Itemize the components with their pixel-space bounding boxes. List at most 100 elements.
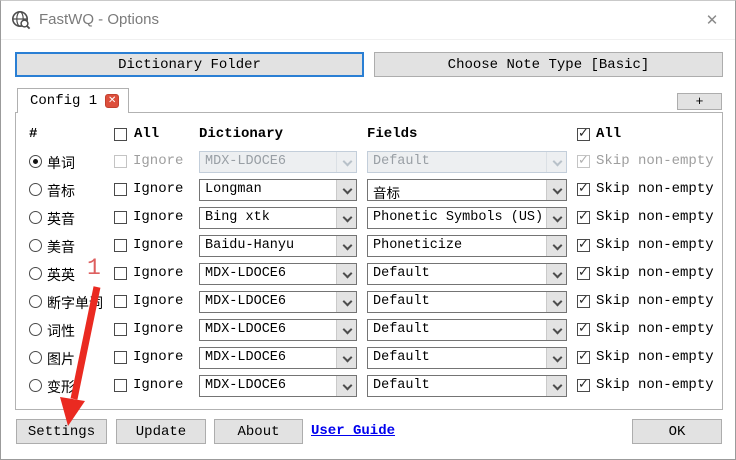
ignore-label: Ignore	[133, 349, 184, 365]
row-label: 图片	[47, 353, 75, 369]
dictionary-value: Bing xtk	[205, 210, 270, 225]
field-value: Default	[373, 294, 430, 309]
ignore-checkbox[interactable]	[114, 379, 127, 392]
chevron-down-icon[interactable]	[336, 180, 356, 200]
chevron-down-icon[interactable]	[336, 348, 356, 368]
chevron-down-icon[interactable]	[336, 208, 356, 228]
ignore-label: Ignore	[133, 153, 184, 169]
chevron-down-icon[interactable]	[546, 180, 566, 200]
about-button[interactable]: About	[214, 419, 303, 444]
dictionary-value: MDX-LDOCE6	[205, 350, 287, 365]
ignore-checkbox[interactable]	[114, 323, 127, 336]
table-row: 断字单词 Ignore MDX-LDOCE6 Default Skip non-…	[1, 288, 735, 316]
skip-checkbox[interactable]	[577, 237, 590, 252]
field-value: Phoneticize	[373, 238, 463, 253]
dictionary-select[interactable]: MDX-LDOCE6	[199, 291, 357, 313]
dictionary-select[interactable]: Bing xtk	[199, 207, 357, 229]
fields-select[interactable]: Default	[367, 263, 567, 285]
chevron-down-icon[interactable]	[546, 348, 566, 368]
skip-checkbox[interactable]	[577, 349, 590, 364]
tab-label: Config 1	[30, 93, 98, 109]
fields-select[interactable]: 音标	[367, 179, 567, 203]
fields-select[interactable]: Phoneticize	[367, 235, 567, 257]
row-radio[interactable]	[29, 323, 42, 336]
skip-checkbox[interactable]	[577, 209, 590, 224]
table-row: 图片 Ignore MDX-LDOCE6 Default Skip non-em…	[1, 344, 735, 372]
row-radio[interactable]	[29, 351, 42, 364]
chevron-down-icon[interactable]	[546, 292, 566, 312]
ignore-label: Ignore	[133, 237, 184, 253]
skip-checkbox[interactable]	[577, 377, 590, 392]
fields-select[interactable]: Default	[367, 319, 567, 341]
dictionary-value: MDX-LDOCE6	[205, 378, 287, 393]
dictionary-select[interactable]: Baidu-Hanyu	[199, 235, 357, 257]
chevron-down-icon[interactable]	[336, 264, 356, 284]
fields-select[interactable]: Default	[367, 291, 567, 313]
fields-select[interactable]: Default	[367, 347, 567, 369]
fields-select[interactable]: Default	[367, 375, 567, 397]
ignore-checkbox[interactable]	[114, 267, 127, 280]
ignore-checkbox[interactable]	[114, 239, 127, 252]
chevron-down-icon[interactable]	[336, 320, 356, 340]
dictionary-select[interactable]: MDX-LDOCE6	[199, 263, 357, 285]
choose-note-type-button[interactable]: Choose Note Type [Basic]	[374, 52, 723, 77]
dictionary-select[interactable]: MDX-LDOCE6	[199, 319, 357, 341]
user-guide-link[interactable]: User Guide	[311, 423, 395, 439]
skip-checkbox[interactable]	[577, 321, 590, 336]
chevron-down-icon[interactable]	[336, 292, 356, 312]
fields-select[interactable]: Phonetic Symbols (US)	[367, 207, 567, 229]
ignore-checkbox[interactable]	[114, 183, 127, 196]
options-dialog: FastWQ - Options ✕ Dictionary Folder Cho…	[0, 0, 736, 460]
chevron-down-icon[interactable]	[336, 236, 356, 256]
dictionary-folder-button[interactable]: Dictionary Folder	[15, 52, 364, 77]
field-value: Default	[373, 154, 430, 169]
ok-button[interactable]: OK	[632, 419, 722, 444]
column-header-all-left: All	[134, 126, 160, 142]
row-radio[interactable]	[29, 295, 42, 308]
skip-checkbox[interactable]	[577, 265, 590, 280]
close-icon[interactable]: ✕	[697, 7, 727, 33]
skip-label: Skip non-empty	[596, 153, 714, 169]
row-label: 美音	[47, 241, 75, 257]
dictionary-select[interactable]: Longman	[199, 179, 357, 201]
dictionary-select[interactable]: MDX-LDOCE6	[199, 347, 357, 369]
add-config-button[interactable]: +	[677, 93, 722, 110]
ignore-checkbox[interactable]	[114, 351, 127, 364]
fields-select: Default	[367, 151, 567, 173]
ignore-checkbox[interactable]	[114, 211, 127, 224]
chevron-down-icon[interactable]	[546, 320, 566, 340]
chevron-down-icon[interactable]	[546, 208, 566, 228]
skip-checkbox[interactable]	[577, 181, 590, 196]
skip-label: Skip non-empty	[596, 265, 714, 281]
row-radio[interactable]	[29, 379, 42, 392]
ignore-label: Ignore	[133, 377, 184, 393]
dictionary-value: MDX-LDOCE6	[205, 154, 287, 169]
tab-config-1[interactable]: Config 1 ✕	[17, 88, 129, 113]
column-header-all-right: All	[596, 126, 622, 142]
ignore-checkbox	[114, 155, 127, 168]
row-radio[interactable]	[29, 183, 42, 196]
globe-search-icon	[12, 11, 31, 30]
all-ignore-checkbox[interactable]	[114, 128, 127, 141]
row-radio[interactable]	[29, 267, 42, 280]
row-radio[interactable]	[29, 211, 42, 224]
skip-checkbox[interactable]	[577, 293, 590, 308]
update-button[interactable]: Update	[116, 419, 206, 444]
field-value: 音标	[373, 188, 400, 203]
row-radio[interactable]	[29, 155, 42, 168]
ignore-label: Ignore	[133, 321, 184, 337]
ignore-checkbox[interactable]	[114, 295, 127, 308]
dictionary-select[interactable]: MDX-LDOCE6	[199, 375, 357, 397]
ignore-label: Ignore	[133, 293, 184, 309]
chevron-down-icon[interactable]	[546, 264, 566, 284]
chevron-down-icon[interactable]	[546, 376, 566, 396]
settings-button[interactable]: Settings	[16, 419, 107, 444]
row-radio[interactable]	[29, 239, 42, 252]
table-row: 单词 Ignore MDX-LDOCE6 Default Skip non-em…	[1, 148, 735, 176]
chevron-down-icon[interactable]	[546, 236, 566, 256]
all-skip-checkbox[interactable]	[577, 126, 590, 141]
tab-close-icon[interactable]: ✕	[105, 94, 120, 108]
field-value: Default	[373, 322, 430, 337]
ignore-label: Ignore	[133, 209, 184, 225]
chevron-down-icon[interactable]	[336, 376, 356, 396]
